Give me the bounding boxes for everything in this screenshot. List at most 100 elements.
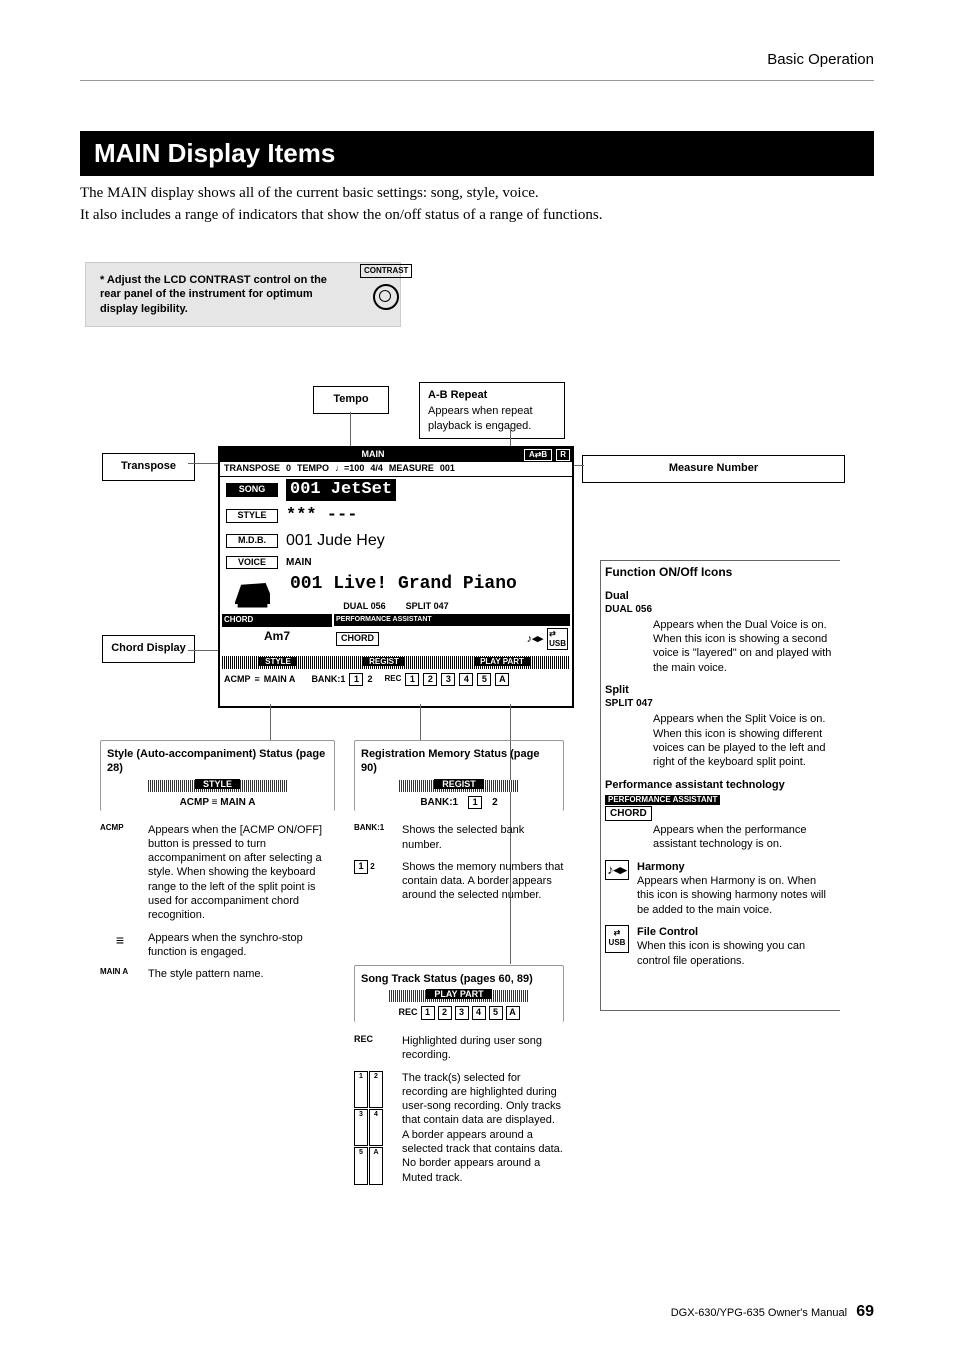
footer-page: 69: [856, 1303, 874, 1320]
leader-ab: [510, 428, 511, 446]
pat-tag1: PERFORMANCE ASSISTANT: [605, 795, 720, 805]
acmp-text: Appears when the [ACMP ON/OFF] button is…: [148, 823, 335, 923]
style-block-title: Style (Auto-accompaniment) Status (page …: [107, 747, 328, 776]
track-1: 1: [405, 673, 419, 687]
maina-text: The style pattern name.: [148, 967, 335, 981]
harmony-icon-box: ♪◂▸: [605, 860, 629, 880]
style-tag: STYLE: [226, 509, 278, 523]
bank-icon-label: BANK:1: [354, 823, 394, 852]
contrast-knob: CONTRAST: [360, 262, 412, 312]
maina-label: MAIN A: [264, 674, 296, 686]
transpose-label: Transpose: [111, 459, 186, 473]
leader-tempo: [350, 412, 351, 446]
file-text: When this icon is showing you can contro…: [637, 939, 833, 968]
harm-text: Appears when Harmony is on. When this ic…: [637, 874, 833, 917]
header-rule: [80, 80, 874, 81]
lcd-timesig: 4/4: [370, 463, 383, 475]
track-stripe-render: PLAY PART: [389, 990, 529, 1002]
style-stripe: STYLE: [222, 656, 334, 668]
pat-tag2: CHORD: [605, 806, 652, 821]
intro-line1: The MAIN display shows all of the curren…: [80, 184, 874, 204]
pat-text: Appears when the performance assistant t…: [653, 823, 833, 852]
func-block: Function ON/Off Icons Dual DUAL 056 Appe…: [605, 565, 833, 976]
contrast-label: CONTRAST: [360, 264, 412, 278]
song-val: 001 JetSet: [286, 479, 396, 501]
playpart-stripe: PLAY PART: [434, 656, 570, 668]
chord-hdr: CHORD: [222, 614, 332, 626]
acmp-label: ACMP: [224, 674, 251, 686]
lcd-song-row: SONG 001 JetSet: [220, 477, 572, 503]
lcd-topbar: MAIN A⇄B R: [220, 448, 572, 462]
chord-val: Am7: [222, 627, 332, 647]
tempo-label: Tempo: [322, 392, 380, 406]
reg-2: 2: [367, 674, 372, 686]
leader-chord: [188, 650, 218, 651]
measure-label: Measure Number: [591, 461, 836, 475]
regmem-1: 1: [468, 796, 482, 810]
lcd-measure-val: 001: [440, 463, 455, 475]
lcd-mdb-row: M.D.B. 001 Jude Hey: [220, 529, 572, 554]
mdb-tag: M.D.B.: [226, 534, 278, 548]
func-bracket-v: [600, 560, 601, 1010]
style-line-render: ACMP ≡ MAIN A: [107, 796, 328, 809]
track-block: Song Track Status (pages 60, 89) PLAY PA…: [354, 965, 564, 1193]
regist-stripe: REGIST: [334, 656, 434, 668]
lcd-bottom-row: ACMP ≡ MAIN A BANK:1 1 2 REC 1 2 3 4 5 A: [220, 671, 572, 689]
track-block-title: Song Track Status (pages 60, 89): [361, 972, 557, 986]
pat-hdr: Performance assistant technology: [605, 778, 833, 792]
track-2: 2: [423, 673, 437, 687]
chord-label: Chord Display: [111, 641, 186, 655]
regist-block: Registration Memory Status (page 90) REG…: [354, 740, 564, 911]
regist-stripe-render: REGIST: [399, 780, 519, 792]
dual-tag: DUAL 056: [605, 603, 833, 616]
song-tag: SONG: [226, 483, 278, 497]
intro-line2: It also includes a range of indicators t…: [80, 206, 874, 226]
lcd-transpose-label: TRANSPOSE: [224, 463, 280, 475]
mdb-val: 001 Jude Hey: [286, 531, 385, 552]
regmem-2: 2: [492, 796, 498, 809]
leader-transpose: [188, 463, 218, 464]
lcd-chord-pa-row: CHORD Am7 PERFORMANCE ASSISTANT CHORD ♪◂…: [220, 612, 572, 654]
split-hdr: Split: [605, 683, 833, 697]
rec-disp-label: REC: [398, 1007, 417, 1019]
lcd-tempo-note: ♩=100: [335, 463, 364, 475]
lcd-screen: MAIN A⇄B R TRANSPOSE 0 TEMPO ♩=100 4/4 M…: [218, 446, 574, 708]
track-a: A: [495, 673, 509, 687]
sync-stop-icon: ≡: [100, 931, 140, 960]
lcd-voice-row: VOICE MAIN: [220, 554, 572, 572]
lcd-transpose-val: 0: [286, 463, 291, 475]
pa-hdr: PERFORMANCE ASSISTANT: [334, 614, 570, 625]
func-bracket-h2: [600, 1010, 840, 1011]
split-text: Appears when the Split Voice is on. When…: [653, 712, 833, 769]
dual-indicator: DUAL 056: [343, 601, 385, 613]
section-title: MAIN Display Items: [80, 131, 874, 177]
tracks-icon-label: 12345A: [354, 1071, 394, 1185]
regist-block-title: Registration Memory Status (page 90): [361, 747, 557, 776]
maina-icon-label: MAIN A: [100, 967, 140, 981]
voice-sub: MAIN: [286, 556, 312, 569]
intro-text: The MAIN display shows all of the curren…: [80, 184, 874, 225]
ab-title: A-B Repeat: [428, 388, 556, 402]
lcd-measure-label: MEASURE: [389, 463, 434, 475]
file-hdr: File Control: [637, 925, 833, 939]
callout-chord: Chord Display: [102, 635, 195, 663]
func-bracket-h1: [600, 560, 840, 561]
dual-text: Appears when the Dual Voice is on. When …: [653, 618, 833, 675]
lcd-style-row: STYLE *** ---: [220, 503, 572, 529]
mem-icon-label: 1 2: [354, 860, 394, 903]
piano-icon: [230, 576, 275, 611]
harmony-icon: ♪◂▸: [527, 632, 544, 646]
acmp-icon-label: ACMP: [100, 823, 140, 923]
rec-icon-label: REC: [354, 1034, 394, 1063]
harm-hdr: Harmony: [637, 860, 833, 874]
callout-transpose: Transpose: [102, 453, 195, 481]
bank-display: BANK:1: [420, 796, 458, 809]
tracks-text: The track(s) selected for recording are …: [402, 1071, 564, 1185]
regist-line-render: BANK:1 1 2: [361, 796, 557, 810]
dual-hdr: Dual: [605, 589, 833, 603]
footer-manual: DGX-630/YPG-635 Owner's Manual: [671, 1307, 847, 1319]
reg-1: 1: [349, 673, 363, 687]
lcd-ab-icon: A⇄B: [524, 449, 552, 461]
leader-regist: [420, 704, 421, 740]
sync-text: Appears when the synchro-stop function i…: [148, 931, 335, 960]
